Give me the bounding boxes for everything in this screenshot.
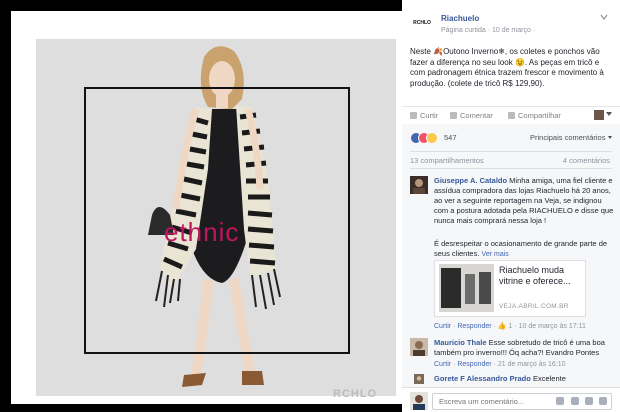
- comment-footer: Curtir · Responder · 21 de março às 16:1…: [434, 361, 566, 368]
- sort-caret-icon[interactable]: [608, 136, 612, 139]
- photo-overlay-text: ethnic: [164, 217, 240, 247]
- photo-frame: ethnic: [11, 11, 402, 404]
- comment-icon: [450, 112, 457, 119]
- wow-reaction-icon: [426, 132, 438, 144]
- commenter-name[interactable]: Mauricio Thale: [434, 338, 487, 347]
- comment-extra-text: É desrespeitar o ocasionamento de grande…: [434, 239, 608, 258]
- comment-date[interactable]: 10 de março às 17:11: [519, 323, 586, 330]
- comment-text: Excelente: [532, 374, 566, 383]
- post-photo[interactable]: ethnic: [36, 39, 396, 396]
- page-name-link[interactable]: Riachuelo: [441, 14, 479, 23]
- commenter-avatar[interactable]: [410, 338, 428, 356]
- post-text: Neste 🍂Outono Inverno❄, os coletes e pon…: [410, 47, 604, 88]
- reaction-count[interactable]: 547: [444, 133, 457, 142]
- commenter-name[interactable]: Giuseppe A. Cataldo: [434, 176, 507, 185]
- post-meta: Página curtida · 10 de março ·: [441, 27, 536, 34]
- comment-count[interactable]: 4 comentários: [563, 156, 610, 165]
- photo-viewer: ethnic RCHLO: [0, 0, 402, 412]
- like-button[interactable]: Curtir: [410, 111, 438, 120]
- sticker-icon[interactable]: [599, 397, 607, 405]
- link-preview[interactable]: Riachuelo muda vitrine e oferece... VEJA…: [434, 260, 586, 317]
- chevron-down-icon[interactable]: [600, 13, 608, 21]
- post-panel: RCHLO Riachuelo Página curtida · 10 de m…: [402, 0, 620, 412]
- gif-icon[interactable]: [584, 397, 593, 405]
- comment-extra: É desrespeitar o ocasionamento de grande…: [434, 239, 614, 260]
- comment-body: Mauricio Thale Esse sobretudo de tricô é…: [434, 338, 614, 358]
- comment-composer: [402, 387, 620, 412]
- comment-footer: Curtir · Responder · 👍 1 · 10 de março à…: [434, 323, 586, 330]
- camera-icon[interactable]: [570, 397, 579, 405]
- commenter-name[interactable]: Gorete F Alessandro Prado: [434, 374, 531, 383]
- caret-down-icon[interactable]: [606, 112, 612, 116]
- share-icon: [508, 112, 515, 119]
- post-header: RCHLO Riachuelo Página curtida · 10 de m…: [402, 0, 620, 42]
- comment-input[interactable]: [437, 396, 551, 407]
- comment-sort-dropdown[interactable]: Principais comentários: [530, 133, 605, 142]
- page-avatar[interactable]: RCHLO: [411, 14, 433, 32]
- divider: [410, 151, 612, 152]
- comment-like-link[interactable]: Curtir: [434, 323, 451, 330]
- commenter-avatar[interactable]: [410, 374, 428, 384]
- comment-body: Gorete F Alessandro Prado Excelente: [434, 374, 614, 384]
- composer-icons: [552, 397, 607, 407]
- comment-reply-link[interactable]: Responder: [457, 323, 491, 330]
- photo-watermark: RCHLO: [333, 388, 378, 400]
- see-more-link[interactable]: Ver mais: [482, 251, 509, 258]
- thumbs-up-icon: [410, 112, 417, 119]
- comment-likes[interactable]: 1: [509, 323, 513, 330]
- share-button[interactable]: Compartilhar: [508, 111, 561, 120]
- comment-button[interactable]: Comentar: [450, 111, 493, 120]
- post-actions-bar: Curtir Comentar Compartilhar: [402, 106, 620, 126]
- current-user-avatar[interactable]: [410, 392, 428, 410]
- see-more-label: Ver mais: [481, 251, 509, 258]
- comment-body: Giuseppe A. Cataldo Minha amiga, uma fie…: [434, 176, 614, 226]
- comment-reply-link[interactable]: Responder: [457, 361, 491, 368]
- comments-area: 547 Principais comentários 13 compartilh…: [402, 124, 620, 412]
- divider: [410, 168, 612, 169]
- preview-domain: VEJA.ABRIL.COM.BR: [499, 303, 569, 310]
- comment-label: Comentar: [460, 111, 493, 120]
- commenter-avatar[interactable]: [410, 176, 428, 194]
- share-label: Compartilhar: [518, 111, 561, 120]
- emoji-icon[interactable]: [556, 397, 565, 405]
- comment-like-link[interactable]: Curtir: [434, 361, 451, 368]
- preview-image: [439, 264, 494, 312]
- preview-title: Riachuelo muda vitrine e oferece...: [499, 265, 571, 286]
- post-as-avatar[interactable]: [594, 110, 604, 120]
- like-label: Curtir: [420, 111, 439, 120]
- comment-date[interactable]: 21 de março às 16:10: [498, 361, 566, 368]
- share-count[interactable]: 13 compartilhamentos: [410, 156, 484, 165]
- thumbs-up-icon: 👍: [497, 323, 507, 330]
- comment-input-box[interactable]: [432, 393, 612, 410]
